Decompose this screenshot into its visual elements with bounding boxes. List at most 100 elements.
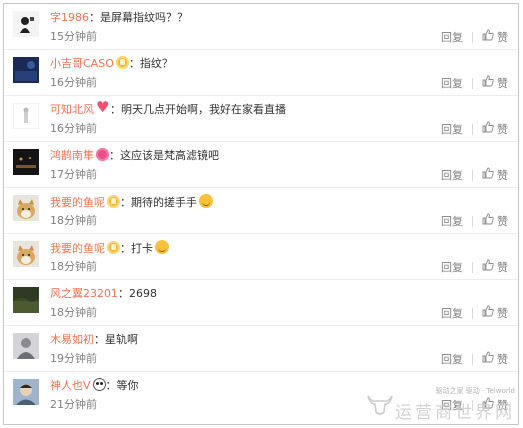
like-button[interactable]: 赞 (482, 213, 508, 229)
check-in-emoji-icon (155, 240, 169, 254)
like-button[interactable]: 赞 (482, 121, 508, 137)
thumbs-up-icon (482, 121, 494, 133)
timestamp: 18分钟前 (50, 306, 97, 319)
comment-actions: 回复 赞 (441, 397, 508, 413)
timestamp: 16分钟前 (50, 76, 97, 89)
vip-badge-icon (107, 241, 120, 254)
comment-item: 我要的鱼呢 ：打卡 18分钟前 回复 赞 (4, 234, 518, 280)
comment-item: 可知北风：明天几点开始啊，我好在家看直播 16分钟前 回复 赞 (4, 96, 518, 142)
comment-line: 木易如初：星轨啊 (50, 333, 138, 346)
comment-text: 指纹？ (139, 57, 173, 70)
comment-text: 2698 (129, 287, 157, 300)
thumbs-up-icon (482, 259, 494, 271)
comment-item: 鸿鹄南隼 ：这应该是梵高滤镜吧 17分钟前 回复 赞 (4, 142, 518, 188)
reply-button[interactable]: 回复 (441, 167, 463, 183)
comment-item: 神人也V ：等你 21分钟前 回复 赞 (4, 372, 518, 418)
timestamp: 18分钟前 (50, 260, 97, 273)
username-link[interactable]: 我要的鱼呢 (50, 196, 105, 209)
comment-actions: 回复 赞 (441, 167, 508, 183)
avatar[interactable] (13, 241, 39, 267)
comment-actions: 回复 赞 (441, 213, 508, 229)
comment-text: 是屏幕指纹吗？？ (100, 11, 188, 24)
comment-item: 我要的鱼呢 ：期待的搓手手 18分钟前 回复 赞 (4, 188, 518, 234)
comment-line: 神人也V ：等你 (50, 378, 139, 392)
username-link[interactable]: 字1986 (50, 11, 89, 24)
timestamp: 15分钟前 (50, 30, 97, 43)
rubbing-hands-emoji-icon (199, 194, 213, 208)
reply-button[interactable]: 回复 (441, 121, 463, 137)
avatar[interactable] (13, 57, 39, 83)
comment-actions: 回复 赞 (441, 259, 508, 275)
reply-button[interactable]: 回复 (441, 259, 463, 275)
username-link[interactable]: 风之翼23201 (50, 287, 118, 300)
comment-text: 打卡 (131, 242, 153, 255)
comment-item: 风之翼23201：2698 18分钟前 回复 赞 (4, 280, 518, 326)
comment-text: 星轨啊 (105, 333, 138, 346)
timestamp: 18分钟前 (50, 214, 97, 227)
username-link[interactable]: 可知北风 (50, 103, 94, 116)
comment-text: 这应该是梵高滤镜吧 (120, 149, 219, 162)
username-link[interactable]: 神人也V (50, 379, 91, 392)
thumbs-up-icon (482, 213, 494, 225)
avatar[interactable] (13, 103, 39, 129)
divider (472, 31, 473, 43)
like-button[interactable]: 赞 (482, 75, 508, 91)
reply-button[interactable]: 回复 (441, 29, 463, 45)
like-button[interactable]: 赞 (482, 397, 508, 413)
panda-badge-icon (92, 378, 106, 391)
divider (472, 77, 473, 89)
like-button[interactable]: 赞 (482, 167, 508, 183)
divider (472, 261, 473, 273)
avatar[interactable] (13, 379, 39, 405)
like-button[interactable]: 赞 (482, 305, 508, 321)
comment-text: 明天几点开始啊，我好在家看直播 (121, 103, 286, 116)
comment-actions: 回复 赞 (441, 29, 508, 45)
comment-text: 等你 (116, 379, 139, 392)
like-button[interactable]: 赞 (482, 351, 508, 367)
avatar[interactable] (13, 333, 39, 359)
reply-button[interactable]: 回复 (441, 213, 463, 229)
timestamp: 17分钟前 (50, 168, 97, 181)
vip-badge-icon (115, 56, 129, 69)
reply-button[interactable]: 回复 (441, 351, 463, 367)
like-button[interactable]: 赞 (482, 259, 508, 275)
username-link[interactable]: 我要的鱼呢 (50, 242, 105, 255)
avatar[interactable] (13, 149, 39, 175)
comment-line: 可知北风：明天几点开始啊，我好在家看直播 (50, 99, 286, 118)
thumbs-up-icon (482, 351, 494, 363)
timestamp: 16分钟前 (50, 122, 97, 135)
comment-line: 我要的鱼呢 ：打卡 (50, 240, 169, 256)
divider (472, 123, 473, 135)
comment-item: 字1986：是屏幕指纹吗？？ 15分钟前 回复 赞 (4, 4, 518, 50)
comment-actions: 回复 赞 (441, 121, 508, 137)
comment-actions: 回复 赞 (441, 351, 508, 367)
comment-line: 我要的鱼呢 ：期待的搓手手 (50, 194, 213, 210)
reply-button[interactable]: 回复 (441, 397, 463, 413)
avatar[interactable] (13, 11, 39, 37)
username-link[interactable]: 木易如初 (50, 333, 94, 346)
divider (472, 169, 473, 181)
thumbs-up-icon (482, 29, 494, 41)
comment-text: 期待的搓手手 (131, 196, 197, 209)
timestamp: 21分钟前 (50, 398, 97, 411)
comment-line: 字1986：是屏幕指纹吗？？ (50, 11, 188, 24)
comment-actions: 回复 赞 (441, 75, 508, 91)
timestamp: 19分钟前 (50, 352, 97, 365)
heart-badge-icon (96, 99, 110, 115)
avatar[interactable] (13, 195, 39, 221)
thumbs-up-icon (482, 167, 494, 179)
reply-button[interactable]: 回复 (441, 75, 463, 91)
comment-line: 小吉哥CASO ：指纹？ (50, 56, 173, 70)
comment-item: 小吉哥CASO ：指纹？ 16分钟前 回复 赞 (4, 50, 518, 96)
reply-button[interactable]: 回复 (441, 305, 463, 321)
member-badge-icon (96, 148, 109, 161)
username-link[interactable]: 鸿鹄南隼 (50, 149, 94, 162)
avatar[interactable] (13, 287, 39, 313)
comment-line: 鸿鹄南隼 ：这应该是梵高滤镜吧 (50, 148, 219, 162)
divider (472, 307, 473, 319)
comment-list: 字1986：是屏幕指纹吗？？ 15分钟前 回复 赞 小吉哥CASO ：指纹？ 16… (3, 3, 519, 425)
thumbs-up-icon (482, 397, 494, 409)
username-link[interactable]: 小吉哥CASO (50, 57, 114, 70)
like-button[interactable]: 赞 (482, 29, 508, 45)
comment-actions: 回复 赞 (441, 305, 508, 321)
